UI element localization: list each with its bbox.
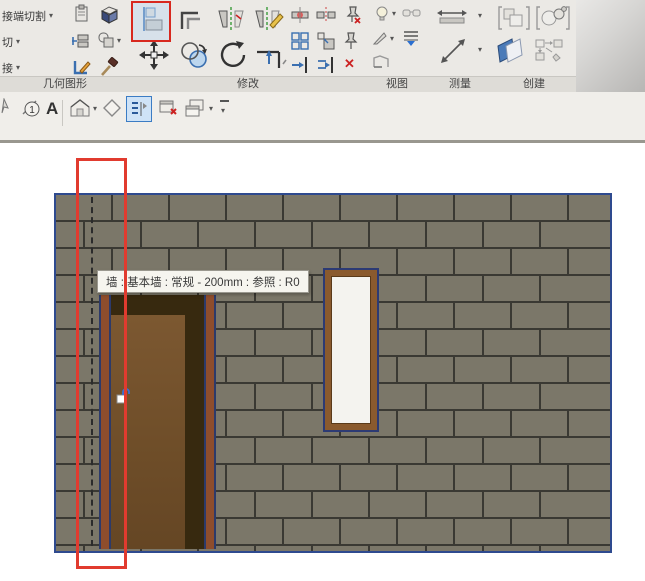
rotate-icon[interactable] [216,38,250,72]
drawing-canvas[interactable]: 墙 : 基本墙 : 常规 - 200mm : 参照 : R0 [0,143,645,581]
glasses-icon[interactable] [402,5,422,21]
unpin-icon[interactable] [342,5,362,25]
cube-icon[interactable] [98,3,120,25]
mirror-pick-axis-icon[interactable] [214,3,248,35]
close-hidden-windows-icon[interactable] [158,98,180,118]
chevron-down-icon: ▾ [221,106,225,115]
ribbon-end-gradient [576,0,645,92]
text-tool[interactable]: A [46,99,58,119]
pin-icon[interactable] [343,31,359,51]
chevron-down-icon: ▾ [49,12,53,20]
align-dimension-small-icon[interactable] [290,6,310,24]
chevron-down-icon[interactable]: ▾ [117,37,121,45]
copy-icon[interactable] [178,40,210,70]
beam-end-cut-button[interactable]: 接端切割 ▾ [0,6,68,26]
panel-label-modify: 修改 [130,76,366,92]
offset-icon[interactable] [176,3,208,35]
chevron-down-icon[interactable]: ▾ [93,105,97,113]
join-geometry-button[interactable]: 接 ▾ [0,58,68,78]
chevron-down-icon[interactable]: ▾ [390,35,394,43]
scale-icon[interactable] [316,31,336,51]
panel-view: ▾ ▾ 视图 [366,0,429,92]
delete-x-glyph: ✕ [344,57,355,70]
wall-tooltip: 墙 : 基本墙 : 常规 - 200mm : 参照 : R0 [97,270,309,293]
panel-label-create: 创建 [492,76,576,92]
trim-extend-single-icon[interactable] [290,56,310,74]
mirror-draw-axis-icon[interactable] [252,3,286,35]
move-icon[interactable] [138,38,170,72]
demolish-hammer-icon[interactable] [99,57,119,77]
cut-label: 切 [2,34,13,50]
chevron-down-icon[interactable]: ▾ [392,10,396,18]
brick-course [56,195,610,222]
linework-knife-icon[interactable] [372,30,388,46]
measure-between-refs-icon[interactable] [436,8,468,26]
thin-lines-icon[interactable] [126,96,152,122]
cut-profile-icon[interactable] [372,54,390,70]
trim-extend-corner-icon[interactable] [254,38,288,72]
split-element-icon[interactable] [316,6,336,24]
brick-course [56,222,610,249]
door-jamb-right [206,295,214,549]
panel-label-geometry: 几何图形 [0,76,130,92]
array-icon[interactable] [290,31,310,51]
panel-measure: ▾ ▾ 测量 [428,0,493,92]
edit-profile-pencil-icon[interactable] [72,57,92,77]
chevron-down-icon[interactable]: ▾ [478,46,482,54]
switch-windows-icon[interactable] [184,98,206,118]
create-group-icon[interactable] [498,5,530,31]
chevron-down-icon[interactable]: ▾ [478,12,482,20]
qat-separator [62,100,63,126]
chevron-down-icon: ▾ [16,64,20,72]
default-3d-view-icon[interactable] [68,97,92,119]
join-label: 接 [2,60,13,76]
quick-access-toolbar: 1 A ▾ ▾ ▾ [0,92,645,143]
measure-along-element-icon[interactable] [440,38,466,64]
panel-geometry: 接端切割 ▾ 切 ▾ 接 ▾ ▾ 几何图形 [0,0,131,92]
chevron-down-icon: ▾ [16,38,20,46]
revit-window: { "ribbon": { "panels": { "geometry": { … [0,0,645,581]
lightbulb-icon[interactable] [374,5,390,23]
window-glass [331,276,371,424]
align-tool-annotation-box [131,1,171,42]
window-element[interactable] [323,268,379,432]
create-parts-icon[interactable] [494,34,528,64]
modify-cursor-icon[interactable] [0,98,10,114]
wall-join-icon[interactable] [72,31,92,49]
two-box-icon[interactable] [97,31,115,49]
ribbon: 接端切割 ▾ 切 ▾ 接 ▾ ▾ 几何图形 [0,0,645,92]
panel-create: 创建 [492,0,577,92]
panel-label-view: 视图 [366,76,428,92]
create-assembly-icon[interactable] [534,38,564,62]
create-similar-icon[interactable] [536,5,570,31]
section-icon[interactable] [102,98,122,118]
coping-icon[interactable] [72,4,92,24]
svg-text:1: 1 [29,105,35,116]
reference-line-annotation-box [76,158,127,569]
trim-extend-multiple-icon[interactable] [316,56,336,74]
door-frame-line [214,295,216,549]
aligned-dimension-icon[interactable]: 1 [20,98,42,120]
chevron-down-icon[interactable]: ▾ [209,105,213,113]
delete-icon[interactable]: ✕ [344,57,355,70]
panel-label-measure: 测量 [428,76,492,92]
cut-geometry-button[interactable]: 切 ▾ [0,32,68,52]
customize-qat-icon[interactable]: ▾ [220,100,229,120]
beam-end-cut-label: 接端切割 [2,8,46,24]
override-graphics-icon[interactable] [402,29,420,47]
